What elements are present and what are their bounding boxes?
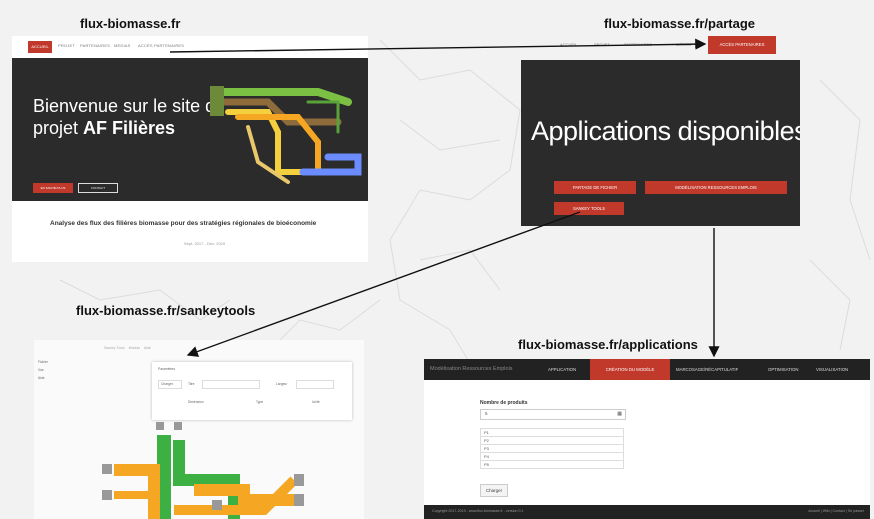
applications-screenshot: Modélisation Ressources Emplois APPLICAT… [424,359,870,519]
hero-title-line1: Bienvenue sur le site du [33,96,226,116]
home-subtitle: Analyse des flux des filières biomasse p… [50,220,317,227]
nombre-produits-label: Nombre de produits [480,400,528,406]
home-screenshot: ACCUEIL PROJET PARTENAIRES MEDIAS ACCÈS … [12,36,368,262]
nav-acces-partenaires[interactable]: ACCÈS PARTENAIRES [138,43,184,48]
sankey-top-3[interactable]: Aide [144,346,151,350]
hero-title-line2: projet AF Filières [33,118,176,138]
partage-nav-projet[interactable]: PROJET [594,42,610,47]
sankey-illustration-icon [210,86,362,184]
product-item[interactable]: P2 [480,437,624,445]
sankey-field-titre: Titre [188,382,195,386]
ap-nav-optimisation[interactable]: OPTIMISATION [768,367,798,372]
partage-nav-medias[interactable]: MÉDIAS [676,42,691,47]
sankey-charger-label: Charger [161,382,173,386]
nav-home[interactable]: ACCUEIL [28,41,52,53]
sankey-field-dimension: Dimension [188,400,204,404]
sankey-tools-button[interactable]: SANKEY TOOLS [554,202,624,215]
applications-brand[interactable]: Modélisation Ressources Emplois [430,366,513,372]
contact-button[interactable]: CONTACT [78,183,118,193]
nav-partenaires[interactable]: PARTENAIRES [80,43,110,48]
sankey-settings-card: Paramètres Charger Titre Largeur Dimensi… [152,362,352,420]
partage-nav-acces-partenaires[interactable]: ACCÈS PARTENAIRES [708,36,776,54]
sankey-field-unite: Unité [312,400,320,404]
caption-applications: flux-biomasse.fr/applications [518,337,698,352]
product-item[interactable]: P1 [480,428,624,437]
footer-links[interactable]: Accueil | Wiki | Contact | Se passer [808,509,864,513]
product-item[interactable]: P3 [480,445,624,453]
ap-nav-marcosage[interactable]: MARCOSAGE/RÉCAPITULATIF [676,367,738,372]
sankey-field-largeur: Largeur [276,382,288,386]
home-nav: ACCUEIL PROJET PARTENAIRES MEDIAS ACCÈS … [12,36,368,58]
modelisation-button[interactable]: MODÉLISATION RESSOURCES EMPLOIS [645,181,787,194]
applications-footer: Copyright 2017-2019 - www.flux-biomasse.… [424,505,870,519]
caption-partage: flux-biomasse.fr/partage [604,16,755,31]
ap-nav-application[interactable]: APPLICATION [548,367,576,372]
sankeytools-screenshot: Sankey Tools Module Aide Fichier Vue Aid… [34,340,364,519]
sankey-top-1[interactable]: Sankey Tools [104,346,125,350]
products-list: P1 P2 P3 P4 P5 [480,428,624,469]
ap-nav-visualisation[interactable]: VISUALISATION [816,367,848,372]
home-hero: Bienvenue sur le site du projet AF Filiè… [12,58,368,201]
ap-nav-creation[interactable]: CRÉATION DU MODÈLE [590,359,670,380]
sankey-card-title: Paramètres [158,367,176,371]
en-savoir-plus-button[interactable]: EN SAVOIR PLUS [33,183,73,193]
sankey-side-1[interactable]: Fichier [38,360,48,364]
sankey-field-type: Type [256,400,264,404]
sankey-topbar: Sankey Tools Module Aide [104,346,151,350]
nav-medias[interactable]: MEDIAS [114,43,131,48]
product-item[interactable]: P5 [480,461,624,469]
nav-projet[interactable]: PROJET [58,43,75,48]
grid-icon: ▦ [617,411,622,417]
caption-sankeytools: flux-biomasse.fr/sankeytools [76,303,256,318]
home-date: Sept. 2017 - Déc. 2019 [184,241,226,246]
partage-nav-accueil[interactable]: ACCUEIL [560,42,577,47]
sankey-largeur-input[interactable] [296,380,334,389]
sankey-side-3[interactable]: Aide [38,376,45,380]
charger-button[interactable]: Charger [480,484,508,497]
apps-title: Applications disponibles [531,116,800,146]
partage-fichier-button[interactable]: PARTAGE DE FICHIER [554,181,636,194]
partage-nav-partenaires[interactable]: PARTENAIRES [624,42,652,47]
sankey-diagram-icon [102,422,304,519]
sankey-top-2[interactable]: Module [129,346,140,350]
partage-nav: ACCUEIL PROJET PARTENAIRES MÉDIAS ACCÈS … [528,36,780,54]
product-item[interactable]: P4 [480,453,624,461]
applications-nav: Modélisation Ressources Emplois APPLICAT… [424,359,870,380]
nombre-produits-select[interactable]: 5 ▦ [480,409,626,420]
nombre-produits-value: 5 [485,411,488,416]
sankey-titre-input[interactable] [202,380,260,389]
caption-home: flux-biomasse.fr [80,16,181,31]
partage-screenshot: Applications disponibles PARTAGE DE FICH… [521,60,800,226]
sankey-side-2[interactable]: Vue [38,368,44,372]
footer-copyright: Copyright 2017-2019 - www.flux-biomasse.… [432,509,524,513]
